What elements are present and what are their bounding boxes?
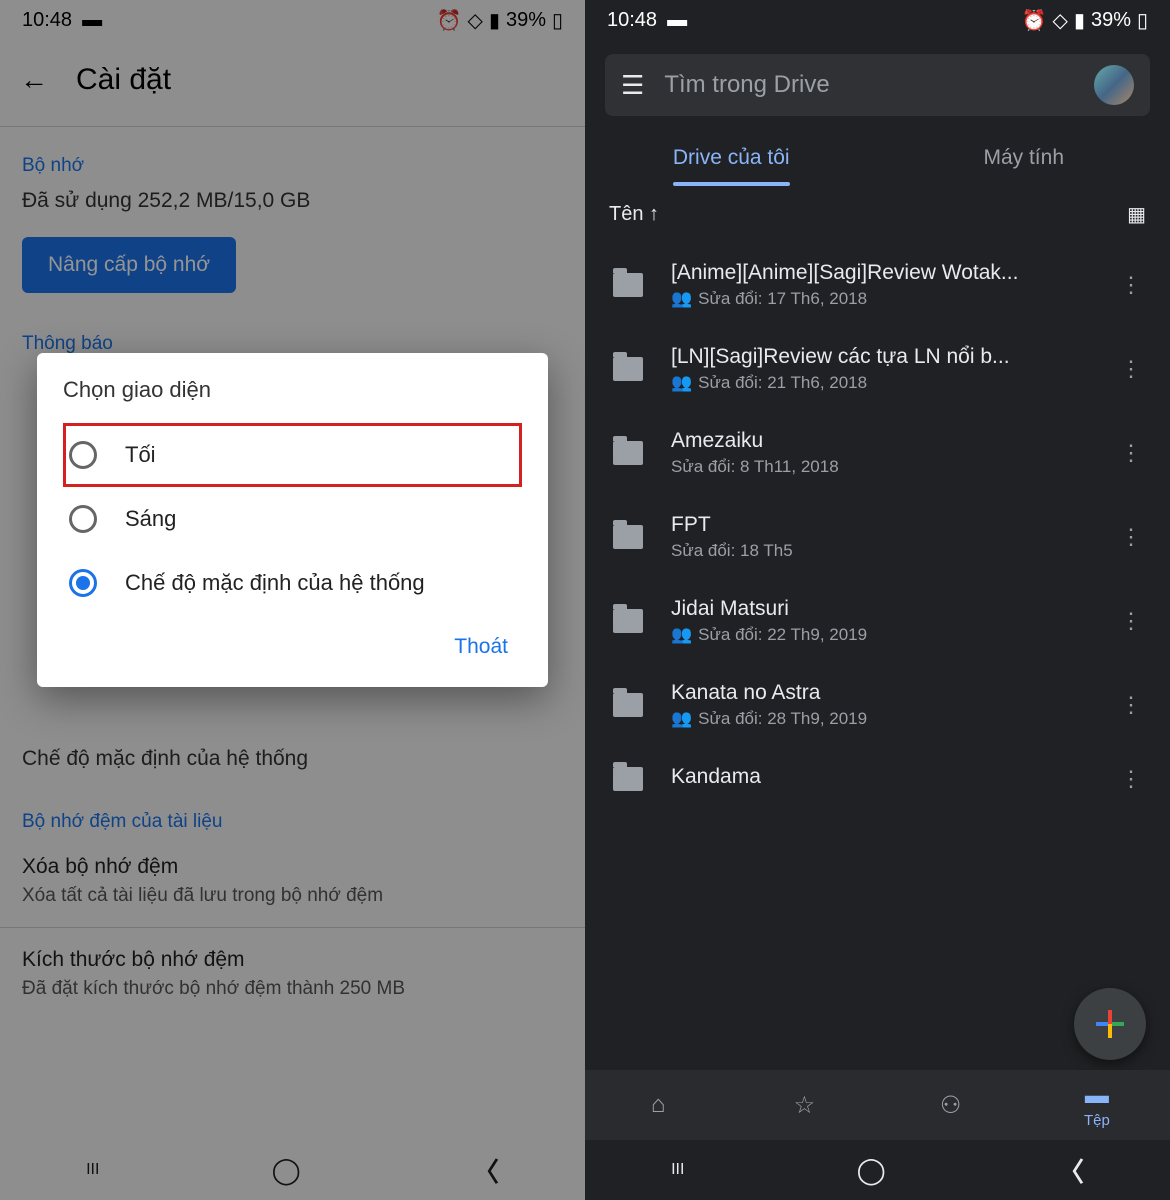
- file-row[interactable]: Kanata no Astra 👥Sửa đổi: 28 Th9, 2019 ⋮: [593, 663, 1162, 747]
- fab-add-button[interactable]: [1074, 988, 1146, 1060]
- file-meta: 👥Sửa đổi: 21 Th6, 2018: [671, 373, 1092, 393]
- file-name: Kanata no Astra: [671, 681, 1092, 705]
- home-icon: ⌂: [651, 1091, 666, 1119]
- file-row[interactable]: Kandama ⋮: [593, 747, 1162, 811]
- more-icon[interactable]: ⋮: [1112, 356, 1150, 382]
- radio-icon: [69, 505, 97, 533]
- file-meta: Sửa đổi: 18 Th5: [671, 541, 1092, 561]
- shared-icon: 👥: [671, 625, 692, 645]
- dialog-title: Chọn giao diện: [63, 377, 522, 403]
- avatar[interactable]: [1094, 65, 1134, 105]
- wifi-icon: ◇: [1053, 8, 1068, 33]
- folder-icon: [613, 273, 643, 297]
- tab-computers[interactable]: Máy tính: [878, 130, 1170, 186]
- file-row[interactable]: [LN][Sagi]Review các tựa LN nổi b... 👥Sử…: [593, 327, 1162, 411]
- clock: 10:48: [607, 9, 657, 32]
- file-meta: 👥Sửa đổi: 22 Th9, 2019: [671, 625, 1092, 645]
- folder-icon: [613, 525, 643, 549]
- file-name: [LN][Sagi]Review các tựa LN nổi b...: [671, 345, 1092, 369]
- file-meta: Sửa đổi: 8 Th11, 2018: [671, 457, 1092, 477]
- back-nav-icon[interactable]: 〈: [473, 1152, 499, 1189]
- file-row[interactable]: Jidai Matsuri 👥Sửa đổi: 22 Th9, 2019 ⋮: [593, 579, 1162, 663]
- shared-icon: 👥: [671, 373, 692, 393]
- home-icon[interactable]: ◯: [857, 1155, 886, 1186]
- nav-shared[interactable]: ⚇: [878, 1070, 1024, 1140]
- people-icon: ⚇: [940, 1091, 962, 1120]
- back-nav-icon[interactable]: 〈: [1058, 1152, 1084, 1189]
- search-bar[interactable]: ☰ Tìm trong Drive: [605, 54, 1150, 116]
- more-icon[interactable]: ⋮: [1112, 440, 1150, 466]
- shared-icon: 👥: [671, 289, 692, 309]
- file-name: Amezaiku: [671, 429, 1092, 453]
- signal-icon: ▮: [1074, 8, 1085, 33]
- folder-icon: [613, 767, 643, 791]
- file-name: FPT: [671, 513, 1092, 537]
- theme-option-system[interactable]: Chế độ mặc định của hệ thống: [63, 551, 522, 615]
- file-row[interactable]: Amezaiku Sửa đổi: 8 Th11, 2018 ⋮: [593, 411, 1162, 495]
- battery-icon: ▯: [1137, 8, 1148, 33]
- folder-icon: [613, 693, 643, 717]
- file-meta: 👥Sửa đổi: 28 Th9, 2019: [671, 709, 1092, 729]
- search-placeholder: Tìm trong Drive: [664, 71, 1074, 99]
- more-icon[interactable]: ⋮: [1112, 608, 1150, 634]
- nav-starred[interactable]: ☆: [731, 1070, 877, 1140]
- more-icon[interactable]: ⋮: [1112, 524, 1150, 550]
- theme-option-dark[interactable]: Tối: [63, 423, 522, 487]
- shared-icon: 👥: [671, 709, 692, 729]
- star-icon: ☆: [794, 1091, 816, 1120]
- menu-icon[interactable]: ☰: [621, 70, 644, 101]
- folder-icon: ▬: [1085, 1082, 1109, 1110]
- view-grid-icon[interactable]: ▦: [1127, 202, 1146, 227]
- sort-button[interactable]: Tên ↑: [609, 203, 659, 226]
- more-icon[interactable]: ⋮: [1112, 766, 1150, 792]
- file-name: Jidai Matsuri: [671, 597, 1092, 621]
- nav-home[interactable]: ⌂: [585, 1070, 731, 1140]
- more-icon[interactable]: ⋮: [1112, 692, 1150, 718]
- recents-icon[interactable]: III: [671, 1161, 684, 1179]
- theme-dialog: Chọn giao diện Tối Sáng Chế độ mặc định …: [37, 353, 548, 687]
- theme-option-light[interactable]: Sáng: [63, 487, 522, 551]
- status-bar: 10:48 ▬ ⏰◇▮ 39% ▯: [585, 0, 1170, 40]
- plus-icon: [1096, 1010, 1124, 1038]
- recents-icon[interactable]: III: [86, 1161, 99, 1179]
- dialog-exit-button[interactable]: Thoát: [440, 625, 522, 669]
- file-row[interactable]: FPT Sửa đổi: 18 Th5 ⋮: [593, 495, 1162, 579]
- alarm-icon: ⏰: [1022, 8, 1047, 33]
- notification-icon: ▬: [667, 9, 687, 32]
- folder-icon: [613, 609, 643, 633]
- battery: 39%: [1091, 9, 1131, 32]
- folder-icon: [613, 441, 643, 465]
- radio-icon: [69, 441, 97, 469]
- file-meta: 👥Sửa đổi: 17 Th6, 2018: [671, 289, 1092, 309]
- radio-icon: [69, 569, 97, 597]
- more-icon[interactable]: ⋮: [1112, 272, 1150, 298]
- file-name: Kandama: [671, 765, 1092, 789]
- tab-my-drive[interactable]: Drive của tôi: [585, 130, 878, 186]
- home-icon[interactable]: ◯: [272, 1155, 301, 1186]
- file-name: [Anime][Anime][Sagi]Review Wotak...: [671, 261, 1092, 285]
- file-row[interactable]: [Anime][Anime][Sagi]Review Wotak... 👥Sửa…: [593, 243, 1162, 327]
- folder-icon: [613, 357, 643, 381]
- nav-files[interactable]: ▬Tệp: [1024, 1070, 1170, 1140]
